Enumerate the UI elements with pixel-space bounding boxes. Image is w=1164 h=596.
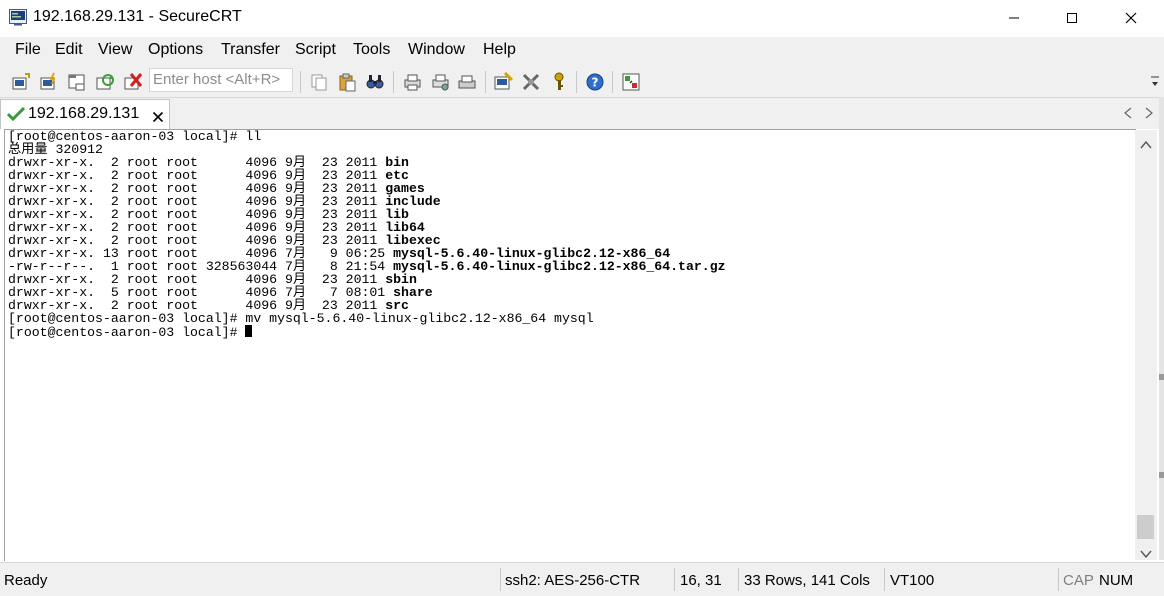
print-icon[interactable] bbox=[402, 72, 422, 92]
toolbar-divider bbox=[300, 71, 301, 93]
connect-icon[interactable] bbox=[11, 72, 31, 92]
svg-text:?: ? bbox=[592, 76, 599, 90]
status-protocol: ssh2: AES-256-CTR bbox=[505, 572, 641, 589]
status-terminal-size: 33 Rows, 141 Cols bbox=[744, 572, 870, 589]
minimize-icon bbox=[1008, 12, 1020, 24]
menu-view[interactable]: View bbox=[98, 41, 132, 59]
menu-window[interactable]: Window bbox=[408, 41, 465, 59]
text-cursor bbox=[245, 325, 253, 337]
status-divider bbox=[884, 568, 885, 591]
title-bar: 192.168.29.131 - SecureCRT bbox=[0, 0, 1164, 37]
connect-in-tab-icon[interactable] bbox=[67, 72, 87, 92]
toolbar-divider bbox=[393, 71, 394, 93]
status-caps-lock: CAP bbox=[1063, 572, 1094, 589]
close-window-button[interactable] bbox=[1102, 0, 1160, 36]
copy-icon[interactable] bbox=[309, 72, 329, 92]
find-icon[interactable] bbox=[365, 72, 385, 92]
paste-icon[interactable] bbox=[337, 72, 357, 92]
status-divider bbox=[738, 568, 739, 591]
menu-edit[interactable]: Edit bbox=[55, 41, 83, 59]
menu-help[interactable]: Help bbox=[483, 41, 516, 59]
securecrt-app-icon[interactable] bbox=[9, 8, 27, 26]
toolbar: Enter host <Alt+R> ? bbox=[0, 66, 1164, 98]
maximize-button[interactable] bbox=[1043, 0, 1101, 36]
terminal-prompt-line: [root@centos-aaron-03 local]# bbox=[8, 325, 253, 339]
maximize-icon bbox=[1066, 12, 1078, 24]
print-selection-icon[interactable] bbox=[457, 72, 477, 92]
status-cursor-position: 16, 31 bbox=[680, 572, 722, 589]
quick-connect-icon[interactable] bbox=[39, 72, 59, 92]
reconnect-icon[interactable] bbox=[95, 72, 115, 92]
status-divider bbox=[674, 568, 675, 591]
tab-scroll-left-icon[interactable] bbox=[1124, 106, 1132, 124]
tab-session[interactable]: 192.168.29.131 bbox=[0, 99, 170, 129]
toolbar-divider bbox=[485, 71, 486, 93]
minimize-button[interactable] bbox=[985, 0, 1043, 36]
status-bar: Ready ssh2: AES-256-CTR 16, 31 33 Rows, … bbox=[0, 562, 1164, 596]
scroll-up-icon[interactable] bbox=[1140, 136, 1152, 154]
print-setup-icon[interactable] bbox=[430, 72, 450, 92]
menu-tools[interactable]: Tools bbox=[353, 41, 390, 59]
menu-transfer[interactable]: Transfer bbox=[221, 41, 280, 59]
window-title: 192.168.29.131 - SecureCRT bbox=[33, 8, 242, 25]
global-options-icon[interactable] bbox=[521, 72, 541, 92]
menu-bar: File Edit View Options Transfer Script T… bbox=[0, 37, 1164, 66]
terminal-line: [root@centos-aaron-03 local]# mv mysql-5… bbox=[8, 311, 594, 326]
terminal-area[interactable]: [root@centos-aaron-03 local]# ll 总用量 320… bbox=[4, 129, 1136, 561]
status-emulation: VT100 bbox=[890, 572, 935, 589]
scrollbar-thumb[interactable] bbox=[1137, 515, 1154, 539]
menu-script[interactable]: Script bbox=[295, 41, 336, 59]
tab-scroll-right-icon[interactable] bbox=[1145, 106, 1153, 124]
key-map-icon[interactable] bbox=[549, 72, 569, 92]
menu-file[interactable]: File bbox=[15, 41, 41, 59]
status-divider bbox=[500, 568, 501, 591]
menu-options[interactable]: Options bbox=[148, 41, 203, 59]
session-tab-bar: 192.168.29.131 bbox=[0, 98, 1164, 129]
window-edge-strip bbox=[1159, 97, 1164, 560]
scroll-down-icon[interactable] bbox=[1140, 545, 1152, 563]
connected-check-icon bbox=[6, 106, 26, 126]
close-icon bbox=[1125, 12, 1137, 24]
toolbar-divider bbox=[612, 71, 613, 93]
sftp-icon[interactable] bbox=[621, 72, 641, 92]
session-options-icon[interactable] bbox=[493, 71, 514, 92]
toolbar-overflow-icon[interactable] bbox=[1150, 74, 1160, 90]
tab-close-icon[interactable] bbox=[152, 110, 164, 128]
toolbar-divider bbox=[576, 71, 577, 93]
host-input[interactable]: Enter host <Alt+R> bbox=[149, 68, 293, 92]
status-num-lock: NUM bbox=[1099, 572, 1134, 589]
help-icon[interactable]: ? bbox=[585, 72, 605, 92]
window-edge-mark bbox=[1159, 472, 1164, 478]
tab-label: 192.168.29.131 bbox=[28, 105, 140, 122]
window-edge-mark bbox=[1159, 374, 1164, 380]
terminal-scrollbar[interactable] bbox=[1135, 130, 1157, 560]
status-divider bbox=[1058, 568, 1059, 591]
status-ready: Ready bbox=[4, 572, 48, 589]
disconnect-icon[interactable] bbox=[123, 72, 143, 92]
